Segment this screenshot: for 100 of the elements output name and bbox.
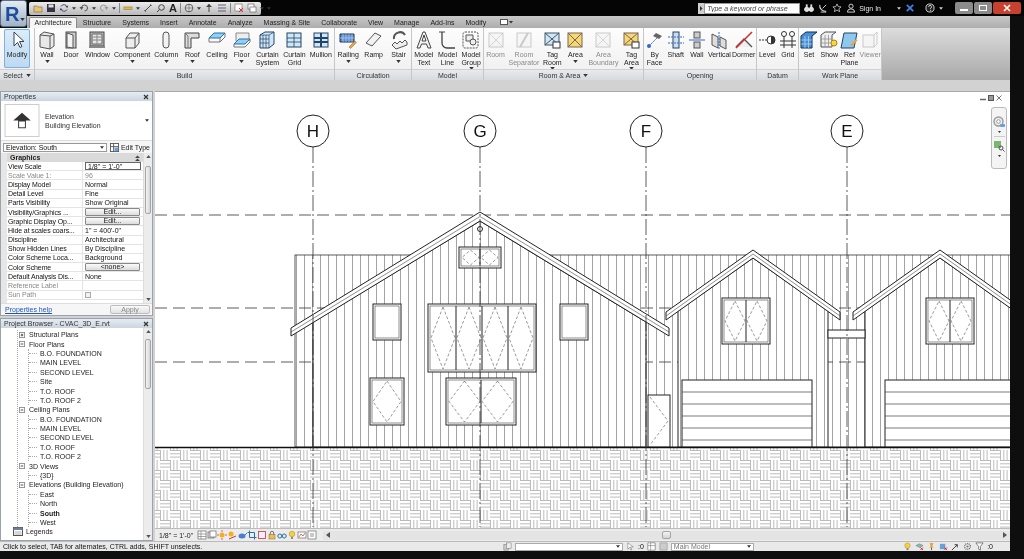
crop-icon[interactable] bbox=[247, 530, 258, 540]
globe-icon[interactable] bbox=[183, 3, 194, 13]
caret-icon bbox=[20, 18, 26, 21]
undo-icon[interactable] bbox=[79, 3, 89, 13]
scroll-down-icon[interactable] bbox=[145, 535, 151, 538]
grid-square-icon[interactable] bbox=[646, 542, 656, 551]
search-expand-icon[interactable] bbox=[698, 2, 705, 14]
eave-band bbox=[827, 329, 866, 339]
scroll-right-icon[interactable] bbox=[1003, 532, 1007, 538]
grid-bubble[interactable]: H bbox=[296, 114, 330, 148]
diagonal-arrow-icon[interactable] bbox=[951, 542, 961, 551]
steering-wheel-icon[interactable] bbox=[993, 116, 1005, 128]
grid-bubble[interactable]: E bbox=[830, 114, 864, 148]
scroll-up-icon[interactable] bbox=[145, 330, 151, 333]
box-outline-icon bbox=[860, 30, 881, 50]
close-icon[interactable] bbox=[143, 320, 149, 327]
workset-dropdown[interactable] bbox=[515, 542, 623, 551]
expand-icon[interactable] bbox=[19, 331, 25, 338]
scroll-down-icon[interactable] bbox=[145, 298, 151, 301]
application-button[interactable]: R bbox=[0, 0, 27, 27]
redo-icon[interactable] bbox=[99, 3, 109, 13]
panel-toggle-icon[interactable] bbox=[499, 19, 513, 25]
square-x-icon[interactable] bbox=[939, 542, 949, 551]
minimize-icon[interactable] bbox=[955, 2, 973, 14]
satellite-icon[interactable] bbox=[818, 3, 829, 13]
crossed-square-icon bbox=[485, 30, 506, 50]
drawing-canvas[interactable]: H G F E bbox=[155, 91, 1010, 529]
bulb-icon[interactable] bbox=[287, 530, 298, 540]
stacked-pages-icon[interactable] bbox=[503, 542, 512, 551]
floor-icon bbox=[231, 30, 252, 50]
grid-bubble[interactable]: F bbox=[629, 114, 663, 148]
restore-icon[interactable] bbox=[974, 2, 992, 14]
x-mark-icon[interactable] bbox=[905, 3, 915, 13]
fence-pencil-icon bbox=[338, 30, 359, 50]
vertical-scrollbar[interactable] bbox=[143, 328, 152, 540]
crossed-square-icon bbox=[593, 30, 614, 50]
outlined-letter-icon bbox=[413, 30, 434, 50]
ruler-icon[interactable] bbox=[123, 3, 133, 13]
collapse-icon[interactable] bbox=[19, 341, 25, 348]
layers-x-icon[interactable] bbox=[915, 542, 925, 551]
gear-icon[interactable] bbox=[963, 542, 973, 551]
caret-icon bbox=[616, 545, 620, 548]
save-icon[interactable] bbox=[46, 3, 56, 13]
star-icon[interactable] bbox=[832, 3, 843, 13]
teapot-icon[interactable] bbox=[237, 530, 248, 540]
slashed-square-icon bbox=[513, 30, 534, 50]
stacked-squares-icon[interactable] bbox=[207, 530, 218, 540]
scroll-thumb[interactable] bbox=[145, 339, 151, 389]
vertical-scrollbar[interactable] bbox=[143, 153, 152, 303]
window bbox=[445, 377, 517, 426]
caret-icon bbox=[939, 6, 943, 10]
collapse-icon[interactable] bbox=[19, 406, 25, 413]
square-frame-icon[interactable] bbox=[307, 530, 318, 540]
window-x-icon[interactable] bbox=[233, 3, 244, 13]
plane-bulb-icon bbox=[819, 30, 840, 50]
caret-icon bbox=[196, 6, 201, 10]
filled-square-tag-icon bbox=[621, 30, 642, 50]
sun-shadow-icon[interactable] bbox=[227, 530, 238, 540]
caret-icon bbox=[72, 6, 76, 10]
scroll-thumb[interactable] bbox=[662, 531, 672, 539]
roof-icon bbox=[182, 30, 203, 50]
scroll-thumb[interactable] bbox=[145, 166, 151, 214]
magnifier-icon[interactable] bbox=[156, 3, 166, 13]
cursor-icon[interactable] bbox=[626, 542, 635, 551]
dashed-column-icon bbox=[665, 30, 686, 50]
lock-icon[interactable] bbox=[267, 530, 278, 540]
dimension-icon[interactable] bbox=[143, 3, 153, 13]
collapse-icon[interactable] bbox=[135, 154, 140, 161]
scroll-up-icon[interactable] bbox=[145, 155, 151, 158]
split-panels-icon bbox=[709, 30, 730, 50]
chart-icon[interactable] bbox=[297, 530, 308, 540]
curve-line-icon bbox=[437, 30, 458, 50]
window bbox=[925, 297, 975, 345]
caret-icon bbox=[897, 6, 901, 10]
crossed-square-tag-icon bbox=[542, 30, 563, 50]
user-icon bbox=[846, 3, 857, 13]
zoom-icon[interactable] bbox=[993, 140, 1005, 152]
table-icon bbox=[109, 142, 119, 152]
caret-icon bbox=[583, 73, 589, 77]
grid-icon bbox=[777, 30, 798, 50]
caret-icon bbox=[92, 6, 96, 10]
horizontal-scrollbar[interactable] bbox=[323, 530, 1010, 540]
square-outline-icon[interactable] bbox=[257, 530, 268, 540]
collapse-icon[interactable] bbox=[19, 463, 25, 470]
help-icon[interactable] bbox=[925, 3, 935, 13]
caret-icon bbox=[25, 73, 31, 77]
collapse-icon[interactable] bbox=[19, 481, 25, 488]
table-grid-icon[interactable] bbox=[197, 530, 208, 540]
close-icon[interactable] bbox=[996, 95, 1002, 101]
house-icon bbox=[4, 104, 40, 137]
sync-icon[interactable] bbox=[59, 3, 69, 13]
windows-icon[interactable] bbox=[246, 3, 257, 13]
restore-icon[interactable] bbox=[988, 95, 994, 101]
close-icon[interactable] bbox=[993, 2, 1021, 14]
glasses-icon[interactable] bbox=[277, 530, 288, 540]
text-tool-button[interactable]: A bbox=[169, 2, 177, 14]
binoculars-icon[interactable] bbox=[804, 3, 815, 13]
scroll-left-icon[interactable] bbox=[326, 532, 331, 538]
grid-bubble[interactable]: G bbox=[463, 114, 497, 148]
close-icon[interactable] bbox=[143, 93, 149, 100]
